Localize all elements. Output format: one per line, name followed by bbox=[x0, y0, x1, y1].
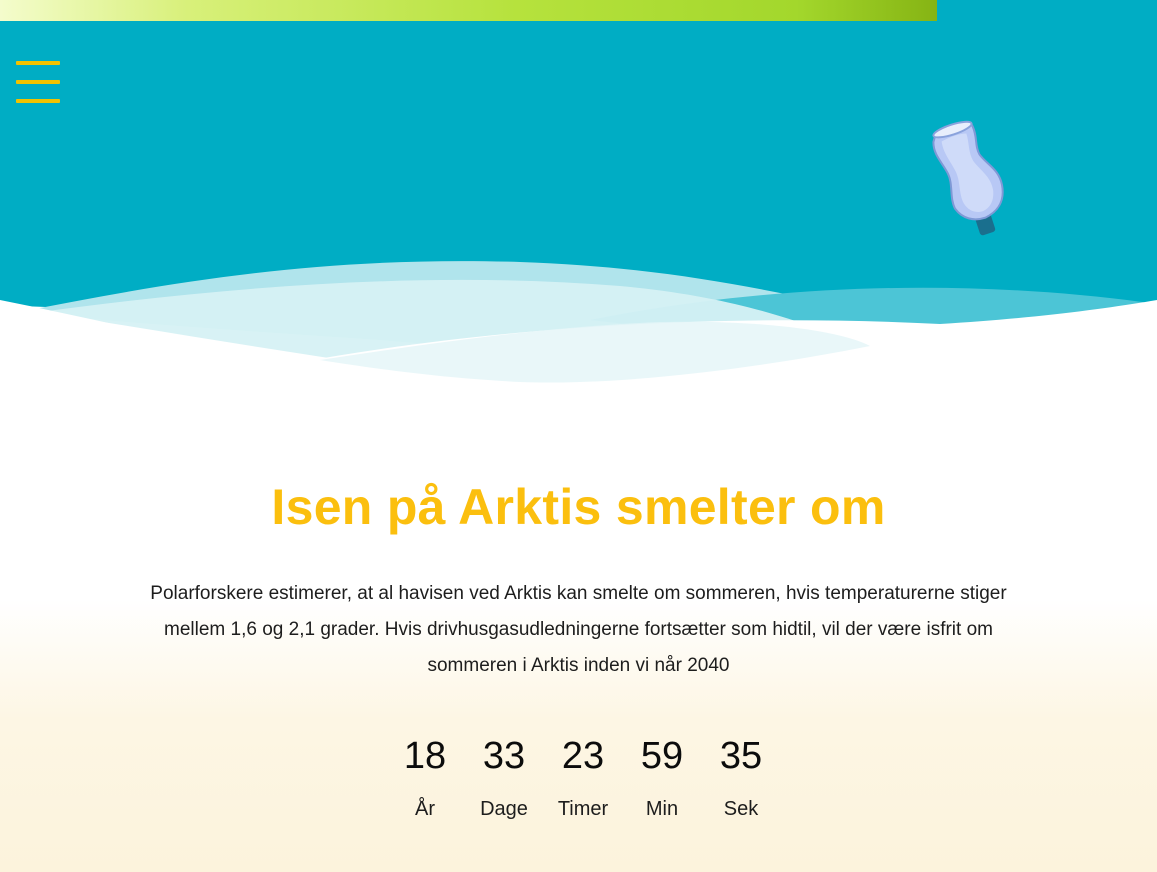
countdown-seconds-value: 35 bbox=[719, 735, 763, 777]
main-content: Isen på Arktis smelter om Polarforskere … bbox=[0, 470, 1157, 684]
countdown-timer: 18 År 33 Dage 23 Timer 59 Min 35 Sek bbox=[385, 730, 781, 840]
countdown-days-value: 33 bbox=[482, 735, 526, 777]
countdown-days: 33 Dage bbox=[464, 730, 544, 822]
countdown-years-value: 18 bbox=[403, 735, 447, 777]
countdown-minutes-value: 59 bbox=[640, 735, 684, 777]
scroll-progress-fill bbox=[0, 0, 938, 21]
countdown-hours: 23 Timer bbox=[543, 730, 623, 822]
countdown-minutes: 59 Min bbox=[622, 730, 702, 822]
countdown-hours-value: 23 bbox=[561, 735, 605, 777]
description-text: Polarforskere estimerer, at al havisen v… bbox=[150, 583, 1007, 676]
countdown-years: 18 År bbox=[385, 730, 465, 822]
countdown-days-label: Dage bbox=[480, 798, 528, 820]
page-title: Isen på Arktis smelter om bbox=[271, 479, 886, 535]
hamburger-menu-icon[interactable] bbox=[16, 60, 60, 104]
countdown-seconds: 35 Sek bbox=[701, 730, 781, 822]
plastic-bottle-icon bbox=[932, 120, 1004, 236]
hero-section bbox=[0, 0, 1157, 400]
countdown-hours-label: Timer bbox=[557, 798, 609, 820]
countdown-years-label: År bbox=[415, 798, 435, 820]
countdown-seconds-label: Sek bbox=[723, 798, 759, 820]
countdown-minutes-label: Min bbox=[645, 798, 679, 820]
scroll-progress-bar bbox=[0, 0, 1157, 21]
